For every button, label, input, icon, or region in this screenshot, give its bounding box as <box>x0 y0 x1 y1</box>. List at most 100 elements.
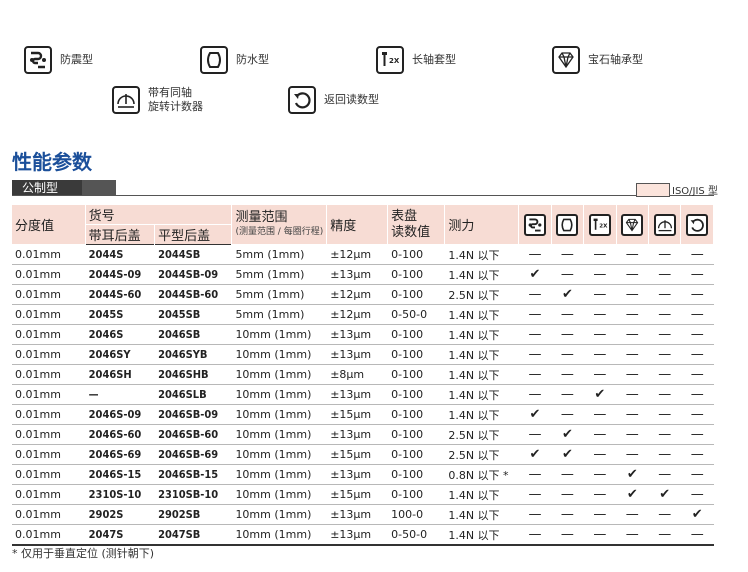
cell-lug-back: 2047S <box>85 524 156 546</box>
dash-mark: — <box>616 324 650 345</box>
cell-dial: 0-100 <box>387 404 446 425</box>
cell-dial: 0-100 <box>387 244 446 265</box>
legend-label-line1: 带有同轴 <box>148 86 192 99</box>
cell-accuracy: ±13μm <box>326 344 389 365</box>
dash-mark: — <box>583 244 617 265</box>
header-order-no: 货号 <box>85 205 233 225</box>
dash-mark: — <box>648 524 682 546</box>
header-graduation: 分度值 <box>12 205 86 245</box>
table-row: 0.01mm 2044S-09 2044SB-09 5mm (1mm) ±13μm 0-1… <box>12 264 714 285</box>
legend-label: 防震型 <box>60 53 93 66</box>
cell-force: 1.4N 以下 <box>444 484 520 505</box>
cell-graduation: 0.01mm <box>12 384 86 405</box>
dash-mark: — <box>518 324 552 345</box>
check-mark: ✔ <box>616 484 650 505</box>
table-row: 0.01mm 2046S-15 2046SB-15 10mm (1mm) ±13μm 0-… <box>12 464 714 485</box>
dash-mark: — <box>680 304 714 325</box>
dash-mark: — <box>616 444 650 465</box>
dash-mark: — <box>648 384 682 405</box>
table-row: 0.01mm 2046SH 2046SHB 10mm (1mm) ±8μm 0-100 1.… <box>12 364 714 385</box>
cell-lug-back: 2044S-60 <box>85 284 156 305</box>
shockproof-icon <box>523 213 546 236</box>
dash-mark: — <box>518 364 552 385</box>
shockproof-icon <box>24 46 52 74</box>
cell-force: 1.4N 以下 <box>444 264 520 285</box>
cell-lug-back: 2046S-15 <box>85 464 156 485</box>
cell-lug-back: 2046S <box>85 324 156 345</box>
table-row: 0.01mm 2045S 2045SB 5mm (1mm) ±12μm 0-50-0 1.4… <box>12 304 714 325</box>
dash-mark: — <box>616 364 650 385</box>
legend-long-stem: 2X 长轴套型 <box>376 46 456 74</box>
waterproof-icon <box>200 46 228 74</box>
cell-range: 10mm (1mm) <box>231 504 328 525</box>
dash-mark: — <box>616 264 650 285</box>
dash-mark: — <box>551 364 585 385</box>
long-stem-icon: 2X <box>588 213 611 236</box>
legend-waterproof: 防水型 <box>200 46 269 74</box>
cell-flat-back: 2045SB <box>154 304 233 325</box>
header-flat-back: 平型后盖 <box>154 224 233 245</box>
dash-mark: — <box>680 524 714 546</box>
dash-mark: — <box>551 524 585 546</box>
cell-force: 1.4N 以下 <box>444 364 520 385</box>
cell-flat-back: 2046SHB <box>154 364 233 385</box>
dash-mark: — <box>680 284 714 305</box>
check-mark: ✔ <box>551 284 585 305</box>
cell-force: 1.4N 以下 <box>444 504 520 525</box>
section-divider <box>12 195 714 196</box>
cell-lug-back: 2046SY <box>85 344 156 365</box>
dash-mark: — <box>648 344 682 365</box>
dash-mark: — <box>680 344 714 365</box>
table-row: 0.01mm 2044S-60 2044SB-60 5mm (1mm) ±12μm 0-1… <box>12 284 714 305</box>
dash-mark: — <box>648 304 682 325</box>
cell-dial: 0-100 <box>387 484 446 505</box>
dash-mark: — <box>648 444 682 465</box>
cell-graduation: 0.01mm <box>12 424 86 445</box>
header-accuracy: 精度 <box>326 205 389 245</box>
header-dial: 表盘 读数值 <box>387 205 446 245</box>
cell-range: 10mm (1mm) <box>231 384 328 405</box>
dash-mark: — <box>583 304 617 325</box>
cell-dial: 100-0 <box>387 504 446 525</box>
legend-label: 返回读数型 <box>324 93 379 106</box>
dash-mark: — <box>551 464 585 485</box>
cell-flat-back: 2044SB-60 <box>154 284 233 305</box>
dash-mark: — <box>680 424 714 445</box>
revolution-counter-icon <box>112 86 140 114</box>
cell-range: 5mm (1mm) <box>231 264 328 285</box>
dash-mark: — <box>551 264 585 285</box>
cell-lug-back: 2046S-60 <box>85 424 156 445</box>
dash-mark: — <box>551 404 585 425</box>
cell-accuracy: ±13μm <box>326 464 389 485</box>
table-row: 0.01mm 2046S 2046SB 10mm (1mm) ±13μm 0-100 1.4… <box>12 324 714 345</box>
cell-range: 10mm (1mm) <box>231 424 328 445</box>
reverse-reading-icon <box>288 86 316 114</box>
cell-accuracy: ±12μm <box>326 304 389 325</box>
dash-mark: — <box>616 384 650 405</box>
cell-accuracy: ±13μm <box>326 324 389 345</box>
cell-range: 10mm (1mm) <box>231 324 328 345</box>
dash-mark: — <box>680 364 714 385</box>
cell-force: 1.4N 以下 <box>444 344 520 365</box>
cell-flat-back: 2044SB <box>154 244 233 265</box>
cell-lug-back: 2310S-10 <box>85 484 156 505</box>
header-range: 测量范围 (测量范围 / 每圈行程) <box>231 205 328 245</box>
cell-lug-back: 2044S-09 <box>85 264 156 285</box>
cell-accuracy: ±8μm <box>326 364 389 385</box>
legend-revolution-counter: 带有同轴 旋转计数器 <box>112 86 203 114</box>
cell-flat-back: 2046SB-60 <box>154 424 233 445</box>
cell-lug-back: 2046S-69 <box>85 444 156 465</box>
header-col-long-stem: 2X <box>583 205 617 245</box>
dash-mark: — <box>583 364 617 385</box>
dash-mark: — <box>648 324 682 345</box>
legend-reverse-reading: 返回读数型 <box>288 86 379 114</box>
cell-accuracy: ±15μm <box>326 404 389 425</box>
iso-swatch <box>636 183 670 197</box>
cell-accuracy: ±13μm <box>326 504 389 525</box>
cell-force: 1.4N 以下 <box>444 524 520 546</box>
cell-accuracy: ±12μm <box>326 244 389 265</box>
dash-mark: — <box>648 364 682 385</box>
dash-mark: — <box>583 524 617 546</box>
dash-mark: — <box>583 424 617 445</box>
check-mark: ✔ <box>551 424 585 445</box>
